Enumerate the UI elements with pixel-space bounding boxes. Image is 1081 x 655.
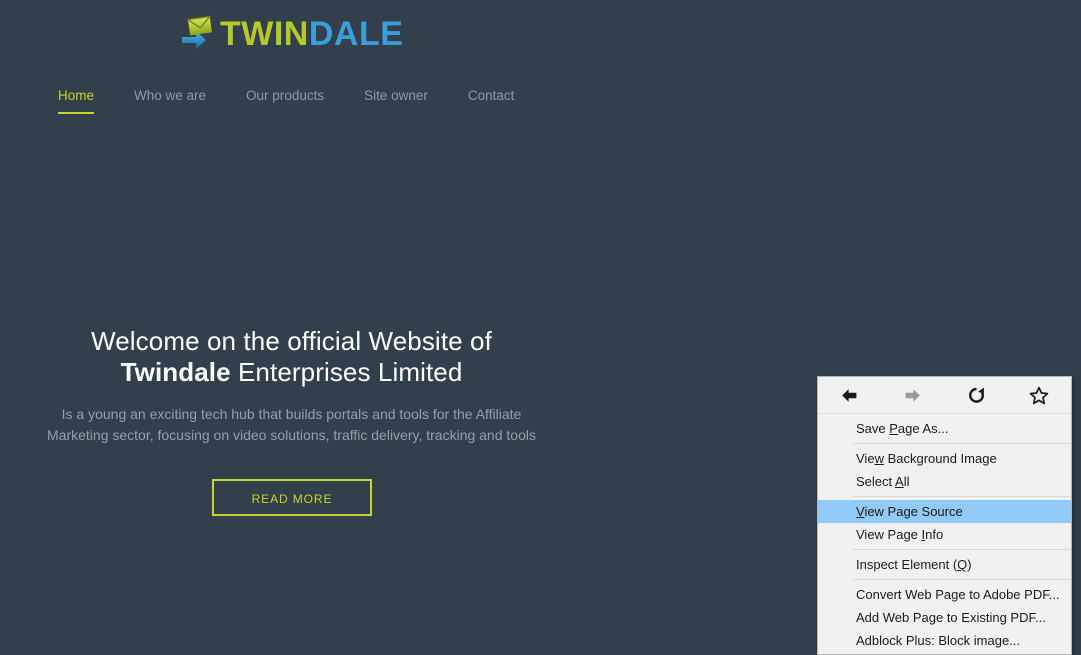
menu-separator (853, 579, 1071, 580)
hero-headline-line1: Welcome on the official Website of (91, 326, 492, 356)
context-menu-toolbar (818, 377, 1071, 414)
envelope-arrow-logo-icon (182, 15, 213, 49)
menu-item-view-background-image[interactable]: View Background Image (818, 447, 1071, 470)
read-more-button[interactable]: READ MORE (212, 479, 372, 516)
nav-item-home[interactable]: Home (58, 88, 95, 114)
main-navigation: Home Who we are Our products Site owner … (58, 88, 554, 114)
menu-separator (853, 496, 1071, 497)
logo-text-second: DALE (308, 15, 404, 53)
menu-item-view-page-source[interactable]: View Page Source (818, 500, 1071, 523)
menu-item-convert-web-page-to-adobe-pdf[interactable]: Convert Web Page to Adobe PDF... (818, 583, 1071, 606)
menu-item-save-page-as[interactable]: Save Page As... (818, 417, 1071, 440)
menu-item-inspect-element[interactable]: Inspect Element (Q) (818, 553, 1071, 576)
menu-separator (853, 549, 1071, 550)
back-button[interactable] (818, 377, 881, 414)
forward-icon (905, 388, 921, 402)
menu-item-select-all[interactable]: Select All (818, 470, 1071, 493)
hero-description: Is a young an exciting tech hub that bui… (47, 406, 536, 443)
logo-text-first: TWIN (220, 15, 309, 53)
reload-icon (968, 387, 984, 403)
site-logo[interactable]: TWINDALE (176, 10, 403, 58)
back-icon (842, 388, 857, 402)
hero-headline-line2: Enterprises Limited (230, 356, 463, 387)
context-menu-list: Save Page As... View Background Image Se… (818, 414, 1071, 652)
hero-headline-brand: Twindale (120, 356, 231, 387)
menu-item-add-web-page-to-existing-pdf[interactable]: Add Web Page to Existing PDF... (818, 606, 1071, 629)
menu-item-view-page-info[interactable]: View Page Info (818, 523, 1071, 546)
nav-item-contact[interactable]: Contact (468, 88, 515, 114)
site-logo-text: TWINDALE (220, 17, 403, 51)
menu-separator (853, 443, 1071, 444)
bookmark-star-icon (1030, 386, 1049, 404)
nav-item-our-products[interactable]: Our products (246, 88, 324, 114)
forward-button (881, 377, 944, 414)
nav-item-who-we-are[interactable]: Who we are (134, 88, 206, 114)
reload-button[interactable] (945, 377, 1008, 414)
menu-item-adblock-plus-block-image[interactable]: Adblock Plus: Block image... (818, 629, 1071, 652)
bookmark-button[interactable] (1008, 377, 1071, 414)
page-title: Welcome on the official Website of Twind… (0, 326, 583, 387)
context-menu: Save Page As... View Background Image Se… (817, 376, 1072, 655)
nav-item-site-owner[interactable]: Site owner (364, 88, 428, 114)
hero-section: Welcome on the official Website of Twind… (0, 326, 583, 445)
